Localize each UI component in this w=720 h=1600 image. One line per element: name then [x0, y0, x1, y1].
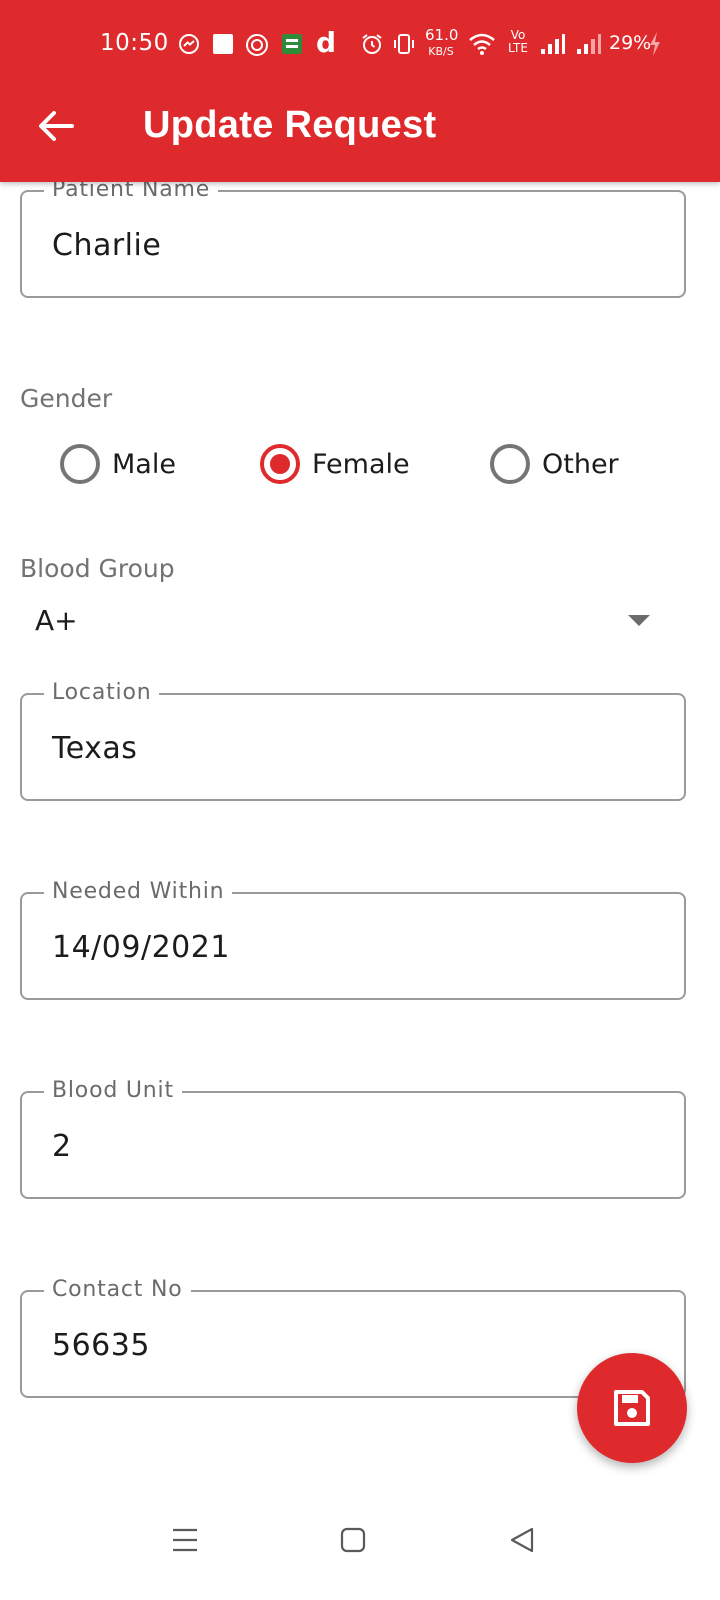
page-title: Update Request — [143, 104, 437, 146]
patient-name-field[interactable]: Patient Name Charlie — [20, 176, 686, 298]
location-value[interactable]: Texas — [52, 731, 652, 766]
wifi-icon — [468, 32, 496, 61]
blood-unit-value[interactable]: 2 — [52, 1129, 652, 1164]
back-triangle-icon — [510, 1527, 534, 1553]
blood-group-dropdown[interactable]: A+ — [20, 596, 670, 646]
gender-label: Gender — [20, 384, 113, 413]
dropdown-arrow-icon — [628, 615, 650, 626]
messenger-icon — [178, 33, 200, 60]
needed-within-value[interactable]: 14/09/2021 — [52, 930, 652, 965]
app-icon — [244, 32, 270, 63]
radio-unchecked-icon — [60, 444, 100, 484]
contact-no-value[interactable]: 56635 — [52, 1328, 652, 1363]
charging-icon — [648, 32, 662, 61]
blood-unit-field[interactable]: Blood Unit 2 — [20, 1077, 686, 1199]
blood-unit-label: Blood Unit — [44, 1077, 182, 1105]
d-app-icon: d — [316, 26, 337, 59]
app-bar: 10:50 d 61.0 KB/S Vo LTE 29% Update Requ… — [0, 0, 720, 182]
signal-icon — [540, 33, 566, 60]
needed-within-label: Needed Within — [44, 878, 233, 906]
patient-name-value[interactable]: Charlie — [52, 228, 652, 263]
radio-checked-icon — [260, 444, 300, 484]
vibrate-icon — [392, 32, 416, 61]
net-speed-value: 61.0 — [425, 26, 459, 44]
gender-radio-male[interactable]: Male — [60, 442, 176, 486]
status-time: 10:50 — [100, 30, 169, 56]
system-nav-bar — [0, 1490, 720, 1600]
notification-square-icon — [213, 34, 233, 59]
location-field[interactable]: Location Texas — [20, 679, 686, 801]
gender-option-label: Other — [542, 448, 619, 480]
needed-within-field[interactable]: Needed Within 14/09/2021 — [20, 878, 686, 1000]
gender-option-label: Female — [312, 448, 410, 480]
back-button[interactable] — [30, 100, 82, 152]
back-nav-button[interactable] — [492, 1510, 552, 1570]
battery-level: 29% — [609, 32, 652, 54]
net-speed-unit: KB/S — [428, 45, 454, 58]
gender-option-label: Male — [112, 448, 176, 480]
alarm-icon — [360, 32, 384, 61]
radio-unchecked-icon — [490, 444, 530, 484]
home-icon — [340, 1527, 366, 1553]
menu-icon — [173, 1528, 197, 1552]
contact-no-label: Contact No — [44, 1276, 191, 1304]
gender-radio-female[interactable]: Female — [260, 442, 410, 486]
arrow-left-icon — [39, 111, 74, 141]
gender-radio-other[interactable]: Other — [490, 442, 619, 486]
save-button[interactable] — [577, 1353, 687, 1463]
status-bar: 10:50 d 61.0 KB/S Vo LTE 29% — [0, 20, 720, 70]
blood-group-label: Blood Group — [20, 554, 175, 583]
blood-group-value: A+ — [35, 604, 78, 637]
app-icon — [282, 34, 302, 59]
volte-indicator: Vo LTE — [504, 29, 532, 55]
signal-icon — [576, 33, 602, 60]
save-icon — [614, 1390, 650, 1426]
menu-button[interactable] — [155, 1510, 215, 1570]
lte-label: LTE — [508, 41, 528, 55]
home-button[interactable] — [323, 1510, 383, 1570]
location-label: Location — [44, 679, 160, 707]
net-speed: 61.0 KB/S — [425, 26, 459, 59]
volte-label: Vo — [510, 28, 526, 42]
